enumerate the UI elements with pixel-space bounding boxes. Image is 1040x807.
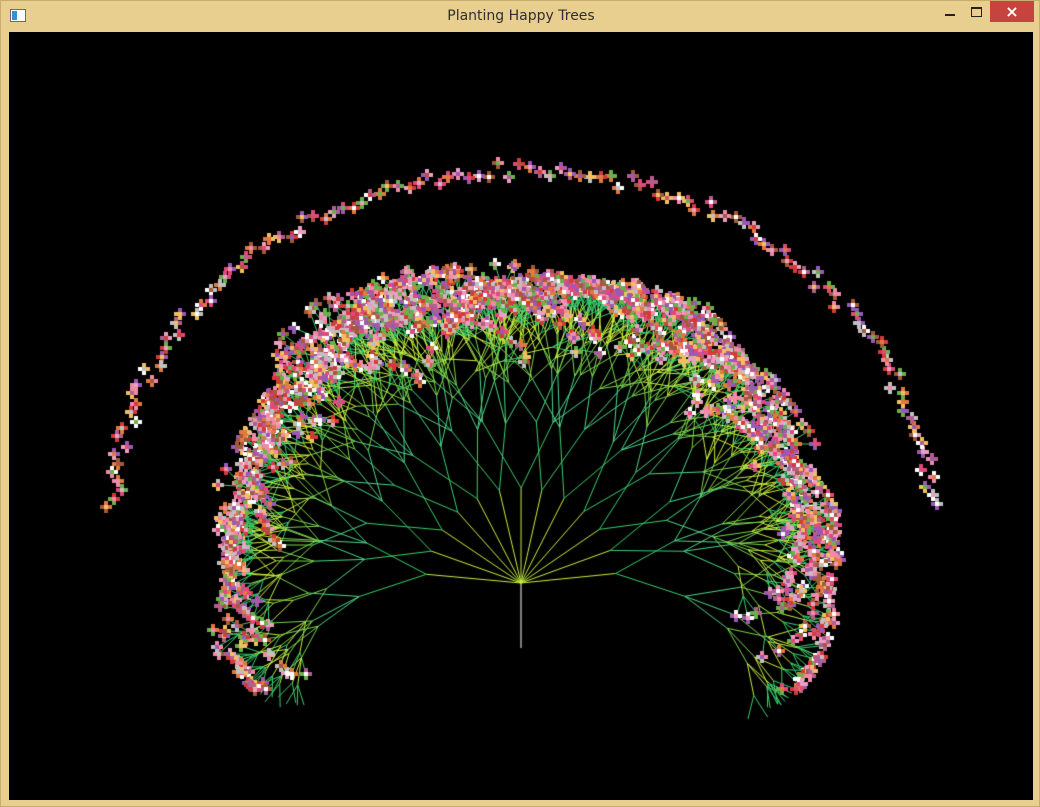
drawing-canvas-area[interactable] [9, 32, 1033, 800]
close-icon: × [1005, 2, 1019, 21]
window-title: Planting Happy Trees [447, 8, 595, 24]
app-window: Planting Happy Trees × [0, 0, 1040, 807]
minimize-button[interactable] [936, 1, 963, 22]
fractal-tree-canvas[interactable] [9, 32, 1033, 800]
minimize-icon [944, 13, 955, 16]
maximize-icon [971, 6, 982, 17]
title-bar[interactable]: Planting Happy Trees × [1, 1, 1040, 32]
maximize-button[interactable] [963, 1, 990, 22]
close-button[interactable]: × [990, 1, 1034, 22]
